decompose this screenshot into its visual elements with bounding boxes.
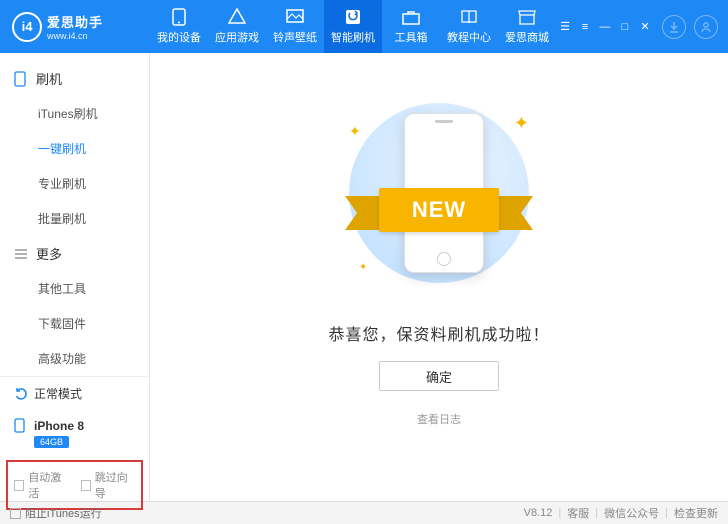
nav-label: 爱思商城 [505,29,549,45]
skin-icon[interactable]: ☰ [556,18,574,36]
hamburger-icon [14,248,30,260]
main-nav: 我的设备 应用游戏 铃声壁纸 智能刷机 工具箱 教程中心 爱思商城 [150,0,556,53]
nav-label: 工具箱 [395,29,428,45]
book-icon [459,8,479,26]
sidebar-bottom: 正常模式 iPhone 8 64GB 自动激活 跳过向导 [0,376,149,516]
apps-icon [227,8,247,26]
brand-name: 爱思助手 [47,12,103,31]
sidebar-group-more[interactable]: 更多 [0,236,149,271]
nav-apps[interactable]: 应用游戏 [208,0,266,53]
minimize-icon[interactable]: — [596,18,614,36]
support-link[interactable]: 客服 [567,505,589,521]
logo-area: i4 爱思助手 www.i4.cn [0,12,150,42]
sidebar: 刷机 iTunes刷机 一键刷机 专业刷机 批量刷机 更多 其他工具 下载固件 … [0,53,150,501]
sidebar-item-other-tools[interactable]: 其他工具 [0,271,149,306]
version-text: V8.12 [524,507,553,519]
ribbon-icon: NEW [339,188,539,238]
nav-toolbox[interactable]: 工具箱 [382,0,440,53]
window-controls: ☰ ≡ — □ ✕ [556,15,728,39]
body: 刷机 iTunes刷机 一键刷机 专业刷机 批量刷机 更多 其他工具 下载固件 … [0,53,728,501]
checkbox-icon [81,480,91,491]
logo-icon: i4 [12,12,42,42]
nav-label: 我的设备 [157,29,201,45]
checkbox-icon [10,508,21,519]
sparkle-icon: ✦ [349,123,361,140]
nav-label: 智能刷机 [331,29,375,45]
nav-ringtones[interactable]: 铃声壁纸 [266,0,324,53]
brand-url: www.i4.cn [47,31,103,41]
checkbox-label: 跳过向导 [95,469,135,501]
nav-label: 教程中心 [447,29,491,45]
checkbox-label: 自动激活 [28,469,68,501]
maximize-icon[interactable]: □ [616,18,634,36]
sidebar-group-title: 更多 [36,244,62,263]
success-illustration: NEW ✦ ✦ ✦ [319,93,559,303]
device-info[interactable]: iPhone 8 64GB [0,410,149,456]
phone-icon [169,8,189,26]
bottom-checkboxes: 自动激活 跳过向导 [6,460,143,510]
ribbon-text: NEW [379,188,499,232]
footer-right: V8.12 | 客服 | 微信公众号 | 检查更新 [524,505,718,521]
checkbox-block-itunes[interactable]: 阻止iTunes运行 [10,505,102,521]
nav-flash[interactable]: 智能刷机 [324,0,382,53]
sparkle-icon: ✦ [514,113,529,134]
checkbox-skip-guide[interactable]: 跳过向导 [81,469,136,501]
close-icon[interactable]: ✕ [636,18,654,36]
storage-badge: 64GB [34,436,69,448]
sidebar-item-advanced[interactable]: 高级功能 [0,341,149,376]
flash-icon [343,8,363,26]
sidebar-item-pro-flash[interactable]: 专业刷机 [0,166,149,201]
check-update-link[interactable]: 检查更新 [674,505,718,521]
sidebar-item-batch-flash[interactable]: 批量刷机 [0,201,149,236]
phone-icon [14,418,28,433]
wechat-link[interactable]: 微信公众号 [604,505,659,521]
nav-my-device[interactable]: 我的设备 [150,0,208,53]
nav-store[interactable]: 爱思商城 [498,0,556,53]
refresh-icon [14,387,28,401]
user-icon[interactable] [694,15,718,39]
content: NEW ✦ ✦ ✦ 恭喜您，保资料刷机成功啦！ 确定 查看日志 [150,53,728,501]
sparkle-icon: ✦ [359,262,367,273]
nav-tutorials[interactable]: 教程中心 [440,0,498,53]
wallpaper-icon [285,8,305,26]
download-icon[interactable] [662,15,686,39]
checkbox-auto-activate[interactable]: 自动激活 [14,469,69,501]
sidebar-list: 刷机 iTunes刷机 一键刷机 专业刷机 批量刷机 更多 其他工具 下载固件 … [0,53,149,376]
phone-icon [14,71,30,87]
nav-label: 铃声壁纸 [273,29,317,45]
checkbox-icon [14,480,24,491]
view-log-link[interactable]: 查看日志 [417,411,461,427]
sidebar-item-download-firmware[interactable]: 下载固件 [0,306,149,341]
sidebar-item-oneclick-flash[interactable]: 一键刷机 [0,131,149,166]
confirm-button[interactable]: 确定 [379,361,499,391]
sidebar-group-flash[interactable]: 刷机 [0,61,149,96]
success-message: 恭喜您，保资料刷机成功啦！ [328,321,549,345]
store-icon [517,8,537,26]
sidebar-item-itunes-flash[interactable]: iTunes刷机 [0,96,149,131]
sidebar-group-title: 刷机 [36,69,62,88]
device-status[interactable]: 正常模式 [0,377,149,410]
device-name: iPhone 8 [34,419,84,433]
logo-text: 爱思助手 www.i4.cn [47,12,103,41]
toolbox-icon [401,8,421,26]
title-bar: i4 爱思助手 www.i4.cn 我的设备 应用游戏 铃声壁纸 智能刷机 工具… [0,0,728,53]
nav-label: 应用游戏 [215,29,259,45]
checkbox-label: 阻止iTunes运行 [25,505,102,521]
status-text: 正常模式 [34,385,82,402]
menu-icon[interactable]: ≡ [576,18,594,36]
